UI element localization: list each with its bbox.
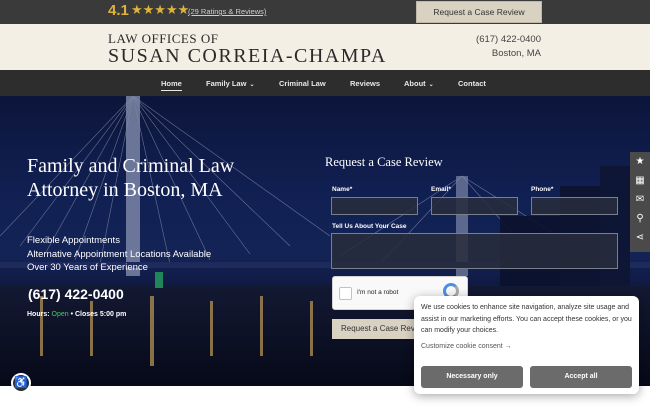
hours-label: Hours:	[27, 311, 50, 318]
recaptcha-label: I'm not a robot	[357, 289, 399, 296]
mail-icon[interactable]: ✉	[630, 190, 650, 209]
phone-field[interactable]	[531, 197, 618, 215]
nav-family-law[interactable]: Family Law ⌄	[206, 79, 254, 88]
chevron-down-icon: ⌄	[428, 82, 434, 88]
header-city: Boston, MA	[491, 48, 541, 59]
rating-stars-icon: ★★★★★	[131, 2, 190, 17]
hero-title: Family and Criminal Law Attorney in Bost…	[27, 155, 235, 201]
top-bar: 4.1 ★★★★★ (29 Ratings & Reviews) Request…	[0, 0, 650, 24]
nav-about[interactable]: About ⌄	[404, 79, 434, 88]
hours-status: Open	[51, 311, 69, 318]
customize-cookie-link[interactable]: Customize cookie consent →	[421, 343, 512, 350]
business-hours: Hours: Open • Closes 5:00 pm	[27, 311, 126, 318]
star-icon[interactable]: ★	[630, 152, 650, 171]
necessary-only-button[interactable]: Necessary only	[421, 366, 523, 388]
form-title: Request a Case Review	[325, 155, 443, 169]
nav-family-law-label: Family Law	[206, 79, 247, 88]
hero-phone[interactable]: (617) 422-0400	[28, 286, 124, 302]
accessibility-icon[interactable]: ♿	[11, 373, 31, 393]
nav-contact[interactable]: Contact	[458, 79, 486, 88]
nav-criminal-law[interactable]: Criminal Law	[279, 79, 326, 88]
nav-reviews[interactable]: Reviews	[350, 79, 380, 88]
email-label: Email*	[431, 186, 451, 193]
cookie-consent-banner: We use cookies to enhance site navigatio…	[414, 296, 639, 394]
phone-label: Phone*	[531, 186, 554, 193]
feature-flexible-appointments: Flexible Appointments	[27, 235, 120, 246]
feature-alternative-locations: Alternative Appointment Locations Availa…	[27, 249, 212, 260]
chevron-down-icon: ⌄	[249, 82, 255, 88]
calendar-icon[interactable]: ▦	[630, 171, 650, 190]
location-icon[interactable]: ⚲	[630, 209, 650, 228]
nav-about-label: About	[404, 79, 426, 88]
share-icon[interactable]: ⋖	[630, 228, 650, 247]
rating-value: 4.1	[108, 2, 129, 19]
message-textarea[interactable]	[331, 233, 618, 269]
nav-home[interactable]: Home	[161, 79, 182, 91]
submit-button[interactable]: Request a Case Review	[332, 319, 422, 339]
site-header: LAW OFFICES OF SUSAN CORREIA-CHAMPA (617…	[0, 24, 650, 70]
feature-experience: Over 30 Years of Experience	[27, 262, 148, 273]
name-label: Name*	[332, 186, 353, 193]
ratings-link[interactable]: (29 Ratings & Reviews)	[188, 7, 266, 16]
hours-close: • Closes 5:00 pm	[70, 311, 127, 318]
name-field[interactable]	[331, 197, 418, 215]
accept-all-button[interactable]: Accept all	[530, 366, 632, 388]
logo-name[interactable]: SUSAN CORREIA-CHAMPA	[108, 45, 387, 68]
cookie-message: We use cookies to enhance site navigatio…	[421, 304, 632, 334]
header-phone[interactable]: (617) 422-0400	[476, 34, 541, 45]
message-label: Tell Us About Your Case	[332, 223, 407, 230]
request-case-review-button[interactable]: Request a Case Review	[416, 1, 542, 23]
email-field[interactable]	[431, 197, 518, 215]
recaptcha-checkbox[interactable]	[339, 287, 352, 300]
main-nav: Home Family Law ⌄ Criminal Law Reviews Ab…	[0, 70, 650, 96]
side-action-rail: ★ ▦ ✉ ⚲ ⋖	[630, 152, 650, 252]
